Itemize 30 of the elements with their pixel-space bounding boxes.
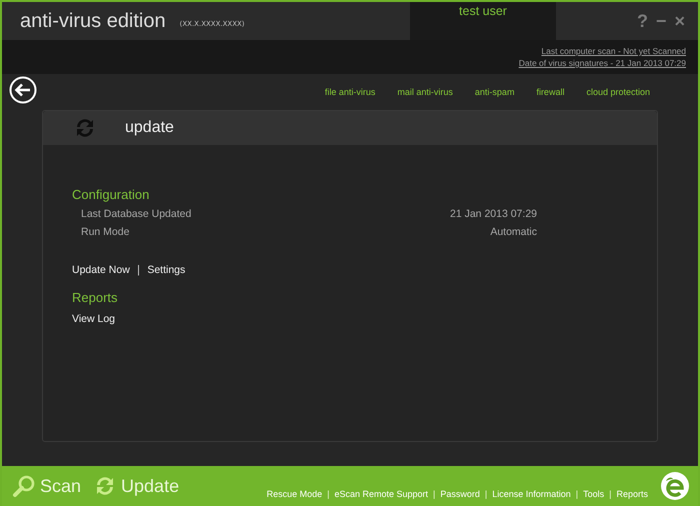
- separator: |: [484, 489, 488, 499]
- status-link[interactable]: Date of virus signatures - 21 Jan 2013 07:29: [518, 58, 686, 68]
- window-control[interactable]: −: [652, 10, 670, 32]
- setting-value: 21 Jan 2013 07:29: [450, 208, 537, 220]
- section-heading: Reports: [72, 290, 118, 305]
- setting-value: Automatic: [490, 226, 537, 238]
- separator: |: [608, 489, 612, 499]
- separator: |: [136, 264, 142, 276]
- magnifier-icon: [12, 474, 36, 498]
- app-title: anti-virus edition: [20, 10, 166, 32]
- nav-link[interactable]: mail anti-virus: [397, 87, 453, 97]
- nav-link[interactable]: anti-spam: [474, 87, 514, 97]
- action-link[interactable]: Update Now: [72, 264, 130, 276]
- separator: |: [432, 489, 436, 499]
- separator: |: [326, 489, 330, 499]
- action-link[interactable]: Settings: [147, 264, 186, 276]
- window-control[interactable]: ×: [671, 10, 688, 32]
- nav-link[interactable]: cloud protection: [586, 87, 650, 97]
- setting-label: Last Database Updated: [81, 208, 192, 220]
- view-log-link[interactable]: View Log: [72, 313, 116, 325]
- leaf-e-logo-icon: [660, 471, 690, 501]
- separator: |: [574, 489, 580, 499]
- status-link[interactable]: Last computer scan - Not yet Scanned: [541, 46, 686, 56]
- window-control[interactable]: ?: [634, 10, 651, 32]
- panel-title: update: [125, 119, 174, 137]
- nav-link[interactable]: firewall: [536, 87, 564, 97]
- user-tab[interactable]: test user: [410, 2, 556, 40]
- section-heading: Configuration: [72, 187, 150, 202]
- setting-label: Run Mode: [81, 226, 130, 238]
- nav-link[interactable]: file anti-virus: [324, 87, 376, 97]
